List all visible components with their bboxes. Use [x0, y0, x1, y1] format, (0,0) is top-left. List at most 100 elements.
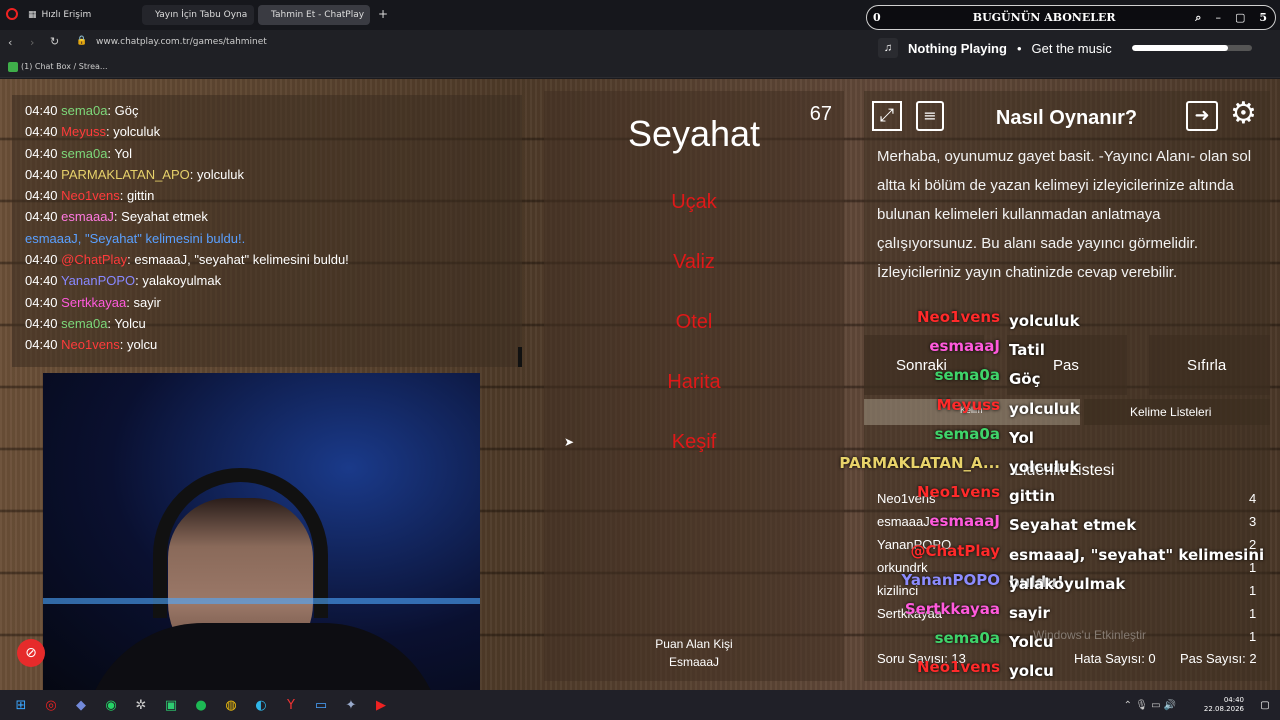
tab-quick-access[interactable]: ▦ Hızlı Erişim — [20, 5, 130, 25]
chat-username[interactable]: Sertkkayaa — [61, 295, 126, 310]
overlay-chat-row: sema0a Göç — [836, 366, 1276, 392]
overlay-chat-username: @ChatPlay — [910, 541, 1000, 560]
chat-message: 04:40 Sertkkayaa: sayir — [25, 292, 522, 313]
overlay-chat-row: esmaaaJ Tatil — [836, 337, 1276, 363]
fullscreen-icon[interactable]: ⤢ — [872, 101, 902, 131]
forward-icon[interactable]: › — [30, 36, 34, 49]
chat-username[interactable]: sema0a — [61, 146, 107, 161]
minimize-icon[interactable]: – — [1215, 11, 1221, 24]
chat-username[interactable]: Meyuss — [61, 124, 106, 139]
steam-icon[interactable]: ✦ — [340, 694, 362, 716]
tab-label: Hızlı Erişim — [41, 10, 92, 20]
chat-message: 04:40 YananPOPO: yalakoyulmak — [25, 270, 522, 291]
chat-text: : Seyahat etmek — [113, 209, 208, 225]
settings-app-icon[interactable]: ✲ — [130, 694, 152, 716]
subscriber-title: BUGÜNÜN ABONELER — [972, 11, 1116, 24]
overlay-chat-username: Neo1vens — [916, 308, 1000, 326]
taskbar: ⊞ ◎ ◆ ◉ ✲ ▣ ● ◍ ◐ Y ▭ ✦ ▶ ⌃ 🎙 ▭ 🔊 04:40 … — [0, 690, 1280, 720]
chat-message: 04:40 Neo1vens: yolcu — [25, 334, 522, 355]
chat-time: 04:40 — [25, 273, 58, 289]
chat-message: 04:40 Meyuss: yolculuk — [25, 121, 522, 142]
chat-username[interactable]: Neo1vens — [61, 337, 120, 352]
grid-icon: ▦ — [28, 10, 37, 20]
overlay-chat-text: gittin — [1009, 487, 1056, 506]
overlay-chat-row: @ChatPlay esmaaaJ, "seyahat" kelimesini b… — [836, 541, 1276, 591]
explorer-icon[interactable]: ▭ — [310, 694, 332, 716]
url-input[interactable]: www.chatplay.com.tr/games/tahminet — [96, 37, 267, 47]
overlay-chat-text: yalakoyulmak — [1009, 574, 1126, 593]
opera-icon[interactable]: ◎ — [40, 694, 62, 716]
chat-message: 04:40 sema0a: Yolcu — [25, 313, 522, 334]
chat-username[interactable]: YananPOPO — [61, 273, 135, 288]
chat-username[interactable]: esmaaaJ — [61, 209, 114, 224]
windows-start-icon[interactable]: ⊞ — [10, 694, 32, 716]
chat-time: 04:40 — [25, 337, 58, 353]
chat-username[interactable]: PARMAKLATAN_APO — [61, 167, 190, 182]
overlay-chat-username: Neo1vens — [916, 483, 1000, 502]
forbidden-word: Keşif — [671, 431, 717, 453]
reload-icon[interactable]: ↻ — [50, 35, 59, 48]
chat-text: : yalakoyulmak — [135, 273, 222, 289]
chat-text: : Göç — [107, 103, 139, 118]
chat-time: 04:40 — [25, 145, 58, 161]
now-playing-status: Nothing Playing — [908, 40, 1007, 56]
tray-clock[interactable]: 04:40 22.08.2026 — [1204, 696, 1244, 714]
yandex-icon[interactable]: Y — [280, 694, 302, 716]
search-icon[interactable]: ⌕ — [1195, 11, 1201, 25]
chat-username[interactable]: Neo1vens — [61, 188, 120, 203]
overlay-chat-text: Seyahat etmek — [1009, 516, 1137, 535]
overlay-chat-row: esmaaaJ Seyahat etmek — [836, 512, 1276, 538]
overlay-chat-username: sema0a — [934, 629, 1000, 648]
chat-message: 04:40 Neo1vens: gittin — [25, 185, 522, 206]
overlay-chat-username: PARMAKLATAN_A... — [839, 454, 1000, 472]
opera-logo-icon[interactable] — [6, 8, 18, 20]
chat-username[interactable]: sema0a — [61, 316, 107, 331]
bullet: • — [1016, 40, 1022, 56]
chat-username[interactable]: sema0a — [61, 103, 107, 118]
overlay-chat-username: Neo1vens — [916, 658, 1000, 677]
stream-alert-icon[interactable]: ⊘ — [17, 639, 45, 667]
chat-text: : yolculuk — [105, 124, 161, 140]
overlay-chat-username: esmaaaJ — [929, 512, 1000, 531]
chat-time: 04:40 — [25, 209, 58, 225]
notification-icon[interactable]: ▢ — [1254, 694, 1276, 716]
tab-label: Yayın İçin Tabu Oyna — [155, 10, 248, 20]
back-icon[interactable]: ‹ — [8, 36, 12, 49]
subscriber-right-count: 5 — [1259, 11, 1267, 24]
chat-time: 04:40 — [25, 252, 58, 268]
overlay-chat-row: Neo1vens yolcu — [836, 658, 1276, 684]
overlay-chat-text: yolculuk — [1009, 312, 1080, 330]
tray-icons[interactable]: ⌃ 🎙 ▭ 🔊 — [1100, 694, 1200, 716]
music-progress-fill — [1131, 45, 1228, 51]
chrome-icon[interactable]: ◍ — [220, 694, 242, 716]
document-icon[interactable]: ≡ — [916, 101, 944, 131]
overlay-chat-username: Sertkkayaa — [904, 600, 1000, 618]
chat-time: 04:40 — [25, 294, 58, 310]
chat-username[interactable]: @ChatPlay — [61, 252, 127, 267]
tab-tahmin-et[interactable]: Tahmin Et - ChatPlay — [258, 5, 370, 25]
overlay-chat-username: sema0a — [934, 366, 1000, 385]
chat-time: 04:40 — [25, 315, 58, 331]
chat-text: : yolcu — [119, 337, 158, 353]
help-text: Merhaba, oyunumuz gayet basit. -Yayıncı … — [877, 148, 1252, 281]
bookmark-item[interactable]: (1) Chat Box / Strea... — [21, 62, 108, 71]
music-progress — [1131, 45, 1252, 51]
app-icon[interactable]: ▣ — [160, 694, 182, 716]
overlay-chat-text: Tatil — [1009, 341, 1045, 360]
edge-icon[interactable]: ◐ — [250, 694, 272, 716]
overlay-chat-text: yolculuk — [1009, 399, 1080, 418]
new-tab-button[interactable]: + — [378, 7, 388, 21]
scroll-indicator[interactable] — [518, 347, 522, 367]
maximize-icon[interactable]: ▢ — [1235, 11, 1245, 24]
spotify-icon[interactable]: ● — [190, 694, 212, 716]
discord-icon[interactable]: ◆ — [70, 694, 92, 716]
whatsapp-icon[interactable]: ◉ — [100, 694, 122, 716]
forbidden-word: Otel — [675, 311, 713, 333]
settings-icon[interactable]: ⚙ — [1230, 99, 1257, 129]
tab-tabu[interactable]: Yayın İçin Tabu Oyna — [142, 5, 254, 25]
help-title: Nasıl Oynanır? — [995, 107, 1138, 129]
overlay-chat-username: YananPOPO — [901, 570, 1000, 589]
music-cta[interactable]: Get the music — [1032, 41, 1112, 56]
youtube-icon[interactable]: ▶ — [370, 694, 392, 716]
logout-icon[interactable]: ➜ — [1186, 101, 1218, 131]
